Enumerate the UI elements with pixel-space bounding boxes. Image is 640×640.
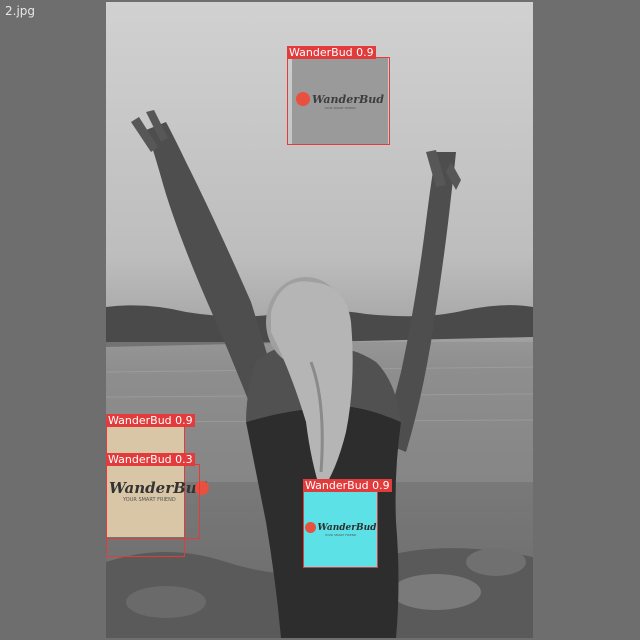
detection-box-1[interactable]: WanderBud YOUR SMART FRIEND (287, 57, 390, 145)
detection-box-4[interactable]: WanderBud YOUR SMART FRIEND (303, 491, 378, 568)
wanderbud-logo-3: WanderBud YOUR SMART FRIEND (304, 492, 377, 567)
logo-tagline: YOUR SMART FRIEND (324, 533, 357, 537)
image-viewer: 2.jpg WanderBud YOUR SMART FRIEND Wander… (0, 0, 640, 640)
detection-label-3: WanderBud 0.3 (106, 453, 195, 466)
logo-brand-text: WanderBud (312, 92, 384, 106)
filename-label: 2.jpg (5, 4, 36, 18)
detection-label-2: WanderBud 0.9 (106, 414, 195, 427)
wanderbud-logo-1: WanderBud YOUR SMART FRIEND (292, 58, 388, 144)
detection-label-4: WanderBud 0.9 (303, 479, 392, 492)
detection-box-3[interactable] (106, 464, 200, 539)
logo-brand-text: WanderBud (317, 522, 377, 533)
detection-label-1: WanderBud 0.9 (287, 46, 376, 59)
logo-tagline: YOUR SMART FRIEND (324, 106, 356, 110)
logo-mark-icon (296, 92, 310, 106)
logo-mark-icon (304, 522, 316, 533)
